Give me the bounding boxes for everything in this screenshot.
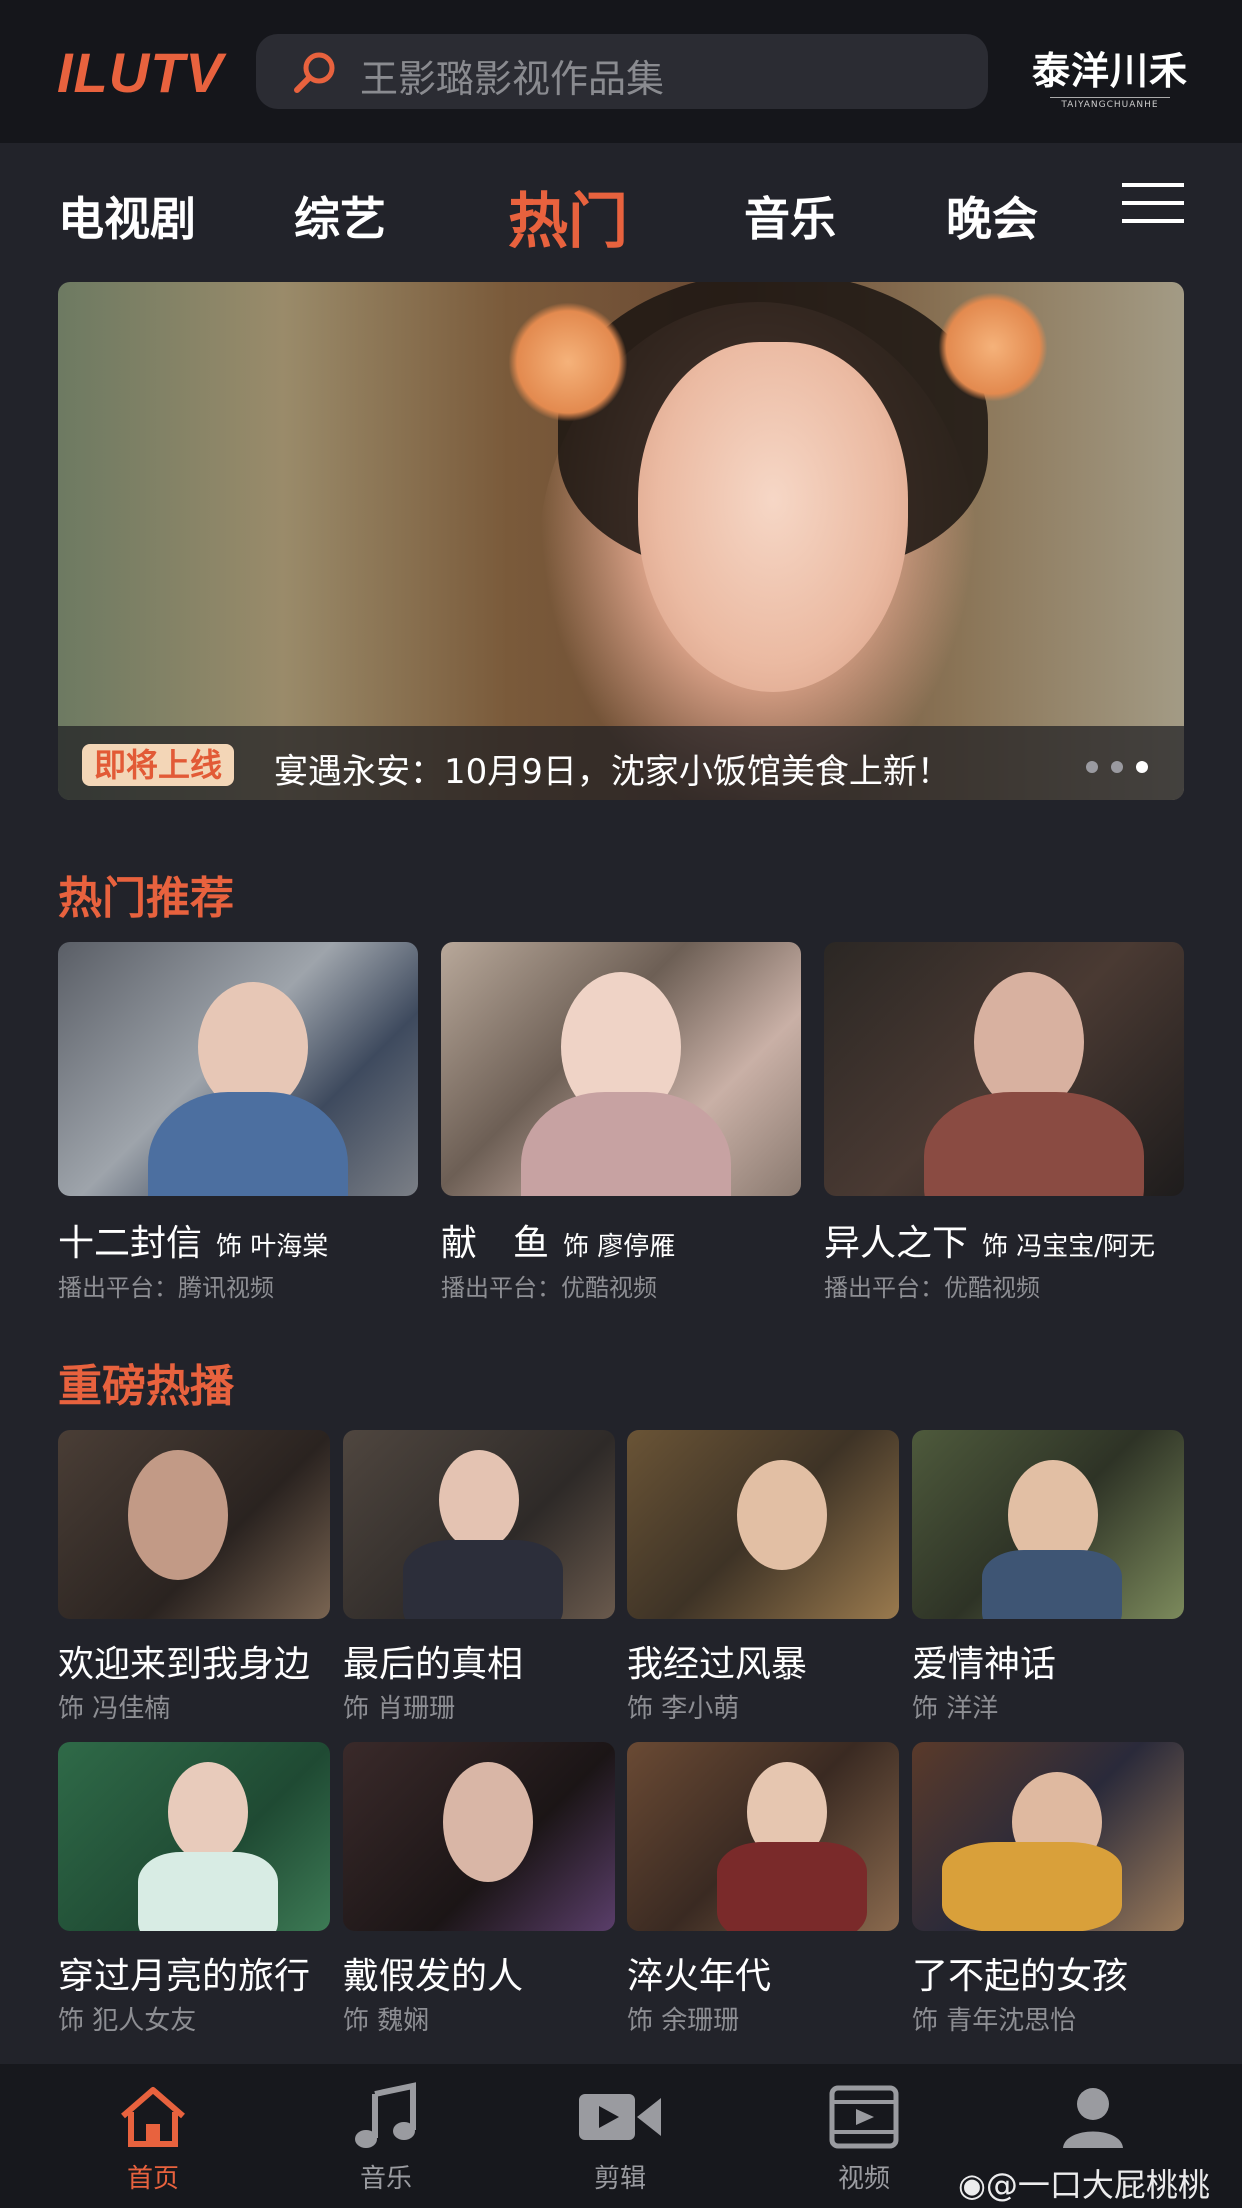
coming-soon-badge: 即将上线 (82, 744, 235, 786)
drama-title: 最后的真相 (343, 1644, 524, 1685)
drama-thumbnail (627, 1430, 899, 1619)
drama-role: 饰 冯佳楠 (58, 1694, 171, 1724)
recommend-platform: 播出平台：优酷视频 (824, 1274, 1040, 1302)
recommend-title: 献 鱼饰 廖停雁 (441, 1223, 676, 1264)
section-title-hot-recommend: 热门推荐 (58, 873, 234, 924)
nav-label: 音乐 (359, 2164, 412, 2194)
banner-image (638, 342, 908, 692)
carousel-dots[interactable] (1078, 758, 1148, 777)
nav-label: 首页 (126, 2164, 179, 2194)
brand-logo: 泰洋川禾 TAIYANGCHUANHE (1030, 40, 1190, 110)
music-icon (355, 2082, 416, 2148)
drama-title: 淬火年代 (627, 1956, 772, 1997)
drama-thumbnail (912, 1430, 1184, 1619)
nav-video[interactable]: 视频 (794, 2082, 934, 2195)
hero-banner[interactable]: 即将上线 宴遇永安：10月9日，沈家小饭馆美食上新！ (58, 282, 1184, 800)
tab-tv-series[interactable]: 电视剧 (58, 183, 196, 249)
drama-card[interactable]: 爱情神话 饰 洋洋 (912, 1430, 1184, 1730)
drama-thumbnail (58, 1430, 330, 1619)
drama-title: 欢迎来到我身边 (58, 1644, 311, 1685)
nav-music[interactable]: 音乐 (316, 2082, 456, 2195)
recommend-card[interactable]: 异人之下饰 冯宝宝/阿无 播出平台：优酷视频 (824, 942, 1184, 1302)
home-icon (121, 2087, 185, 2147)
carousel-dot[interactable] (1110, 761, 1123, 773)
drama-thumbnail (343, 1430, 615, 1619)
drama-card[interactable]: 欢迎来到我身边 饰 冯佳楠 (58, 1430, 330, 1730)
nav-profile[interactable] (1023, 2082, 1163, 2158)
watermark: ◉@一口大屁桃桃 (958, 2160, 1210, 2206)
nav-edit[interactable]: 剪辑 (550, 2082, 690, 2195)
drama-title: 爱情神话 (912, 1644, 1057, 1685)
recommend-thumbnail (441, 942, 801, 1196)
recommend-thumbnail (58, 942, 418, 1196)
drama-title: 我经过风暴 (627, 1644, 808, 1685)
tab-gala[interactable]: 晚会 (946, 183, 1038, 249)
drama-title: 了不起的女孩 (912, 1956, 1129, 1997)
video-camera-icon (579, 2094, 661, 2140)
drama-card[interactable]: 穿过月亮的旅行 饰 犯人女友 (58, 1742, 330, 2042)
drama-card[interactable]: 我经过风暴 饰 李小萌 (627, 1430, 899, 1730)
drama-card[interactable]: 了不起的女孩 饰 青年沈思怡 (912, 1742, 1184, 2042)
brand-sub: TAIYANGCHUANHE (1050, 97, 1170, 110)
recommend-card[interactable]: 献 鱼饰 廖停雁 播出平台：优酷视频 (441, 942, 801, 1302)
drama-role: 饰 余珊珊 (627, 2006, 740, 2036)
drama-thumbnail (58, 1742, 330, 1931)
menu-icon[interactable] (1122, 183, 1184, 225)
drama-thumbnail (343, 1742, 615, 1931)
drama-role: 饰 魏娴 (343, 2006, 430, 2036)
recommend-title: 异人之下饰 冯宝宝/阿无 (824, 1223, 1156, 1264)
category-tabs: 电视剧 综艺 热门 音乐 晚会 (0, 143, 1242, 283)
nav-label: 剪辑 (593, 2164, 646, 2194)
banner-caption-text: 宴遇永安：10月9日，沈家小饭馆美食上新！ (274, 752, 951, 792)
recommend-platform: 播出平台：优酷视频 (441, 1274, 657, 1302)
drama-thumbnail (627, 1742, 899, 1931)
drama-role: 饰 李小萌 (627, 1694, 740, 1724)
drama-title: 戴假发的人 (343, 1956, 524, 1997)
drama-card[interactable]: 淬火年代 饰 余珊珊 (627, 1742, 899, 2042)
banner-caption: 即将上线 宴遇永安：10月9日，沈家小饭馆美食上新！ (58, 726, 1184, 800)
carousel-dot[interactable] (1085, 761, 1098, 773)
drama-card[interactable]: 戴假发的人 饰 魏娴 (343, 1742, 615, 2042)
weibo-icon: ◉ (958, 2166, 986, 2204)
recommend-title: 十二封信饰 叶海棠 (58, 1223, 329, 1264)
drama-role: 饰 青年沈思怡 (912, 2006, 1077, 2036)
search-bar[interactable]: 王影璐影视作品集 (256, 34, 988, 109)
recommend-thumbnail (824, 942, 1184, 1196)
carousel-dot-active[interactable] (1136, 761, 1148, 773)
drama-role: 饰 肖珊珊 (343, 1694, 456, 1724)
tab-hot[interactable]: 热门 (508, 173, 628, 260)
film-icon (829, 2085, 899, 2149)
user-icon (1063, 2088, 1123, 2148)
drama-role: 饰 犯人女友 (58, 2006, 197, 2036)
section-title-heavy-hits: 重磅热播 (58, 1361, 234, 1412)
tab-music[interactable]: 音乐 (744, 183, 836, 249)
recommend-platform: 播出平台：腾讯视频 (58, 1274, 274, 1302)
drama-title: 穿过月亮的旅行 (58, 1956, 311, 1997)
tab-variety[interactable]: 综艺 (294, 183, 386, 249)
nav-home[interactable]: 首页 (83, 2082, 223, 2195)
drama-card[interactable]: 最后的真相 饰 肖珊珊 (343, 1430, 615, 1730)
brand-name: 泰洋川禾 (1031, 48, 1188, 93)
top-bar: ILUTV 王影璐影视作品集 泰洋川禾 TAIYANGCHUANHE (0, 0, 1242, 143)
app-logo[interactable]: ILUTV (57, 40, 224, 105)
search-icon (294, 52, 335, 93)
drama-thumbnail (912, 1742, 1184, 1931)
watermark-text: @一口大屁桃桃 (985, 2166, 1210, 2204)
recommend-card[interactable]: 十二封信饰 叶海棠 播出平台：腾讯视频 (58, 942, 418, 1302)
nav-label: 视频 (837, 2164, 890, 2194)
drama-role: 饰 洋洋 (912, 1694, 999, 1724)
search-placeholder: 王影璐影视作品集 (360, 57, 665, 101)
